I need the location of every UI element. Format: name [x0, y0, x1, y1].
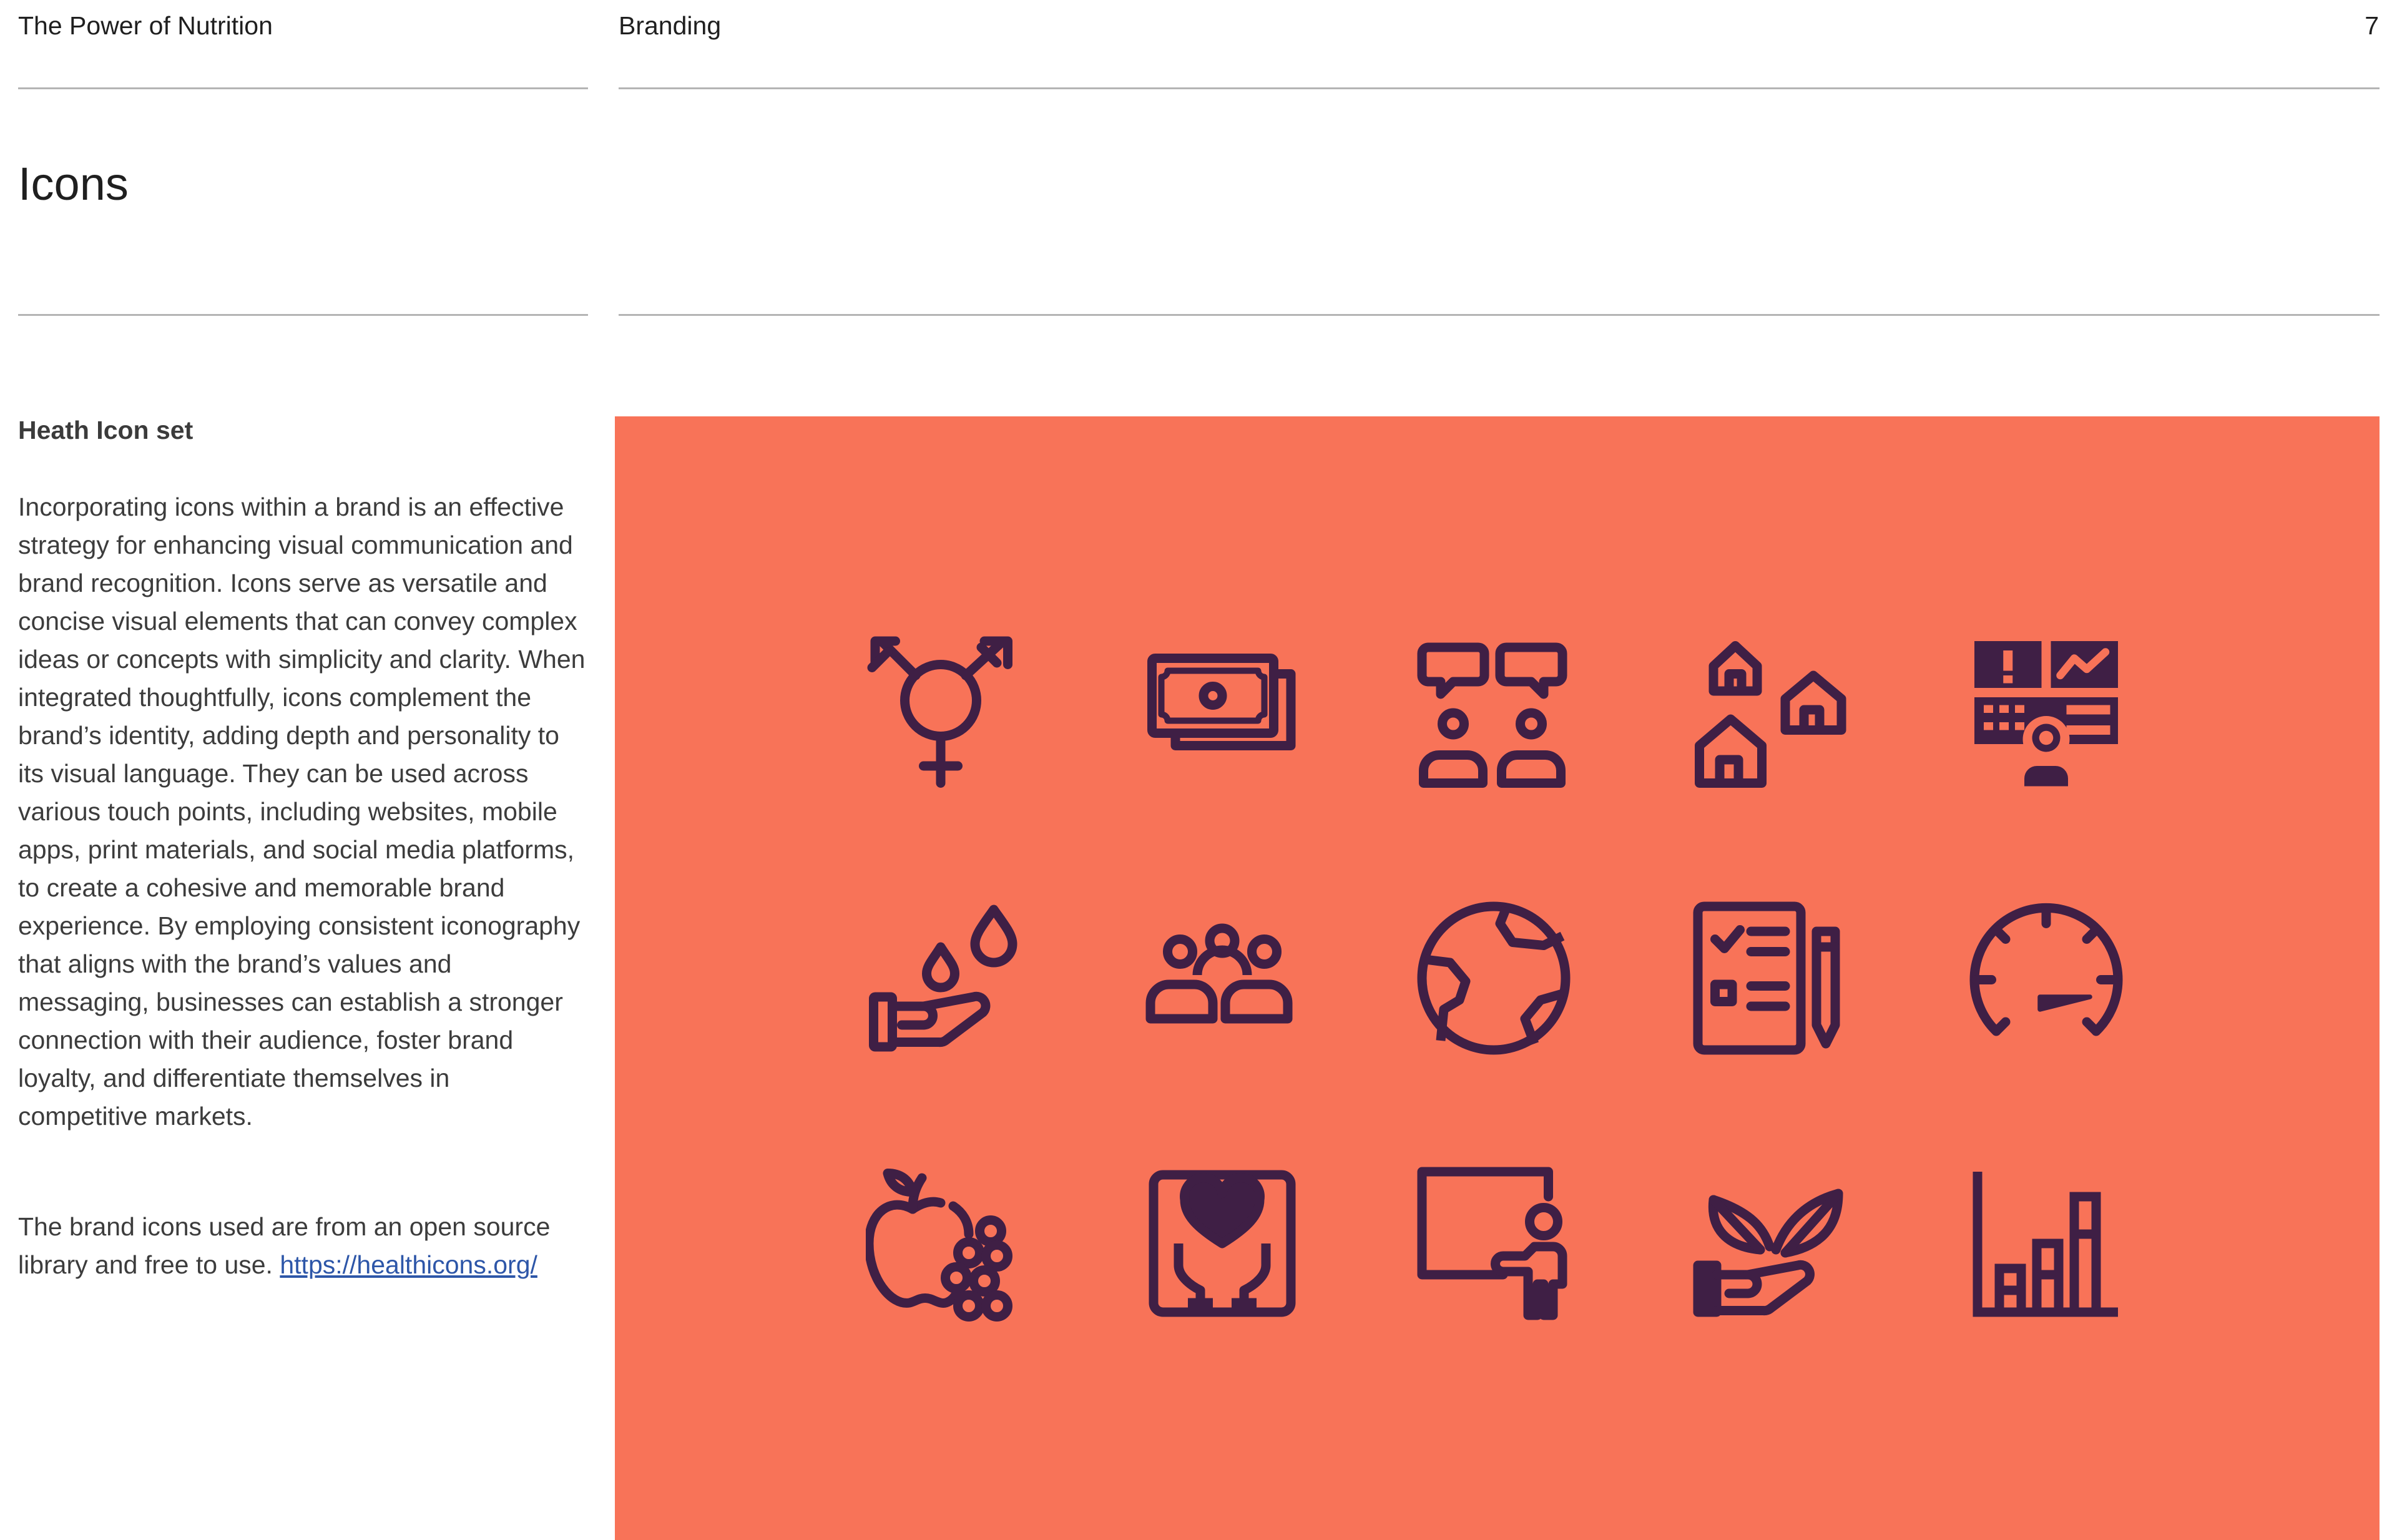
bar-chart-icon — [1968, 1165, 2124, 1322]
heart-care-icon — [1144, 1165, 1300, 1322]
money-icon — [1144, 635, 1300, 791]
water-hand-icon — [866, 900, 1022, 1056]
transgender-icon — [866, 635, 1022, 791]
healthicons-link[interactable]: https://healthicons.org/ — [280, 1250, 537, 1279]
community-icon — [1144, 900, 1300, 1056]
document-title: The Power of Nutrition — [18, 11, 273, 40]
fruits-icon — [866, 1165, 1022, 1322]
checklist-icon — [1692, 900, 1848, 1056]
presenter-icon — [1416, 1165, 1572, 1322]
conversation-icon — [1416, 635, 1572, 791]
header-divider-left — [18, 87, 588, 89]
icon-panel — [615, 416, 2380, 1540]
section-subheading: Heath Icon set — [18, 416, 194, 444]
title-divider-right — [619, 314, 2380, 316]
globe-icon — [1416, 900, 1572, 1056]
page-number: 7 — [2365, 11, 2379, 40]
title-divider-left — [18, 314, 588, 316]
houses-icon — [1692, 635, 1848, 791]
description-paragraph: Incorporating icons within a brand is an… — [18, 493, 586, 1130]
dashboard-icon — [1968, 635, 2124, 791]
source-paragraph: The brand icons used are from an open so… — [18, 1208, 586, 1284]
speedometer-icon — [1968, 900, 2124, 1056]
header-divider-right — [619, 87, 2380, 89]
section-label: Branding — [619, 11, 722, 40]
page-title: Icons — [18, 158, 129, 210]
plant-hand-icon — [1692, 1165, 1848, 1322]
